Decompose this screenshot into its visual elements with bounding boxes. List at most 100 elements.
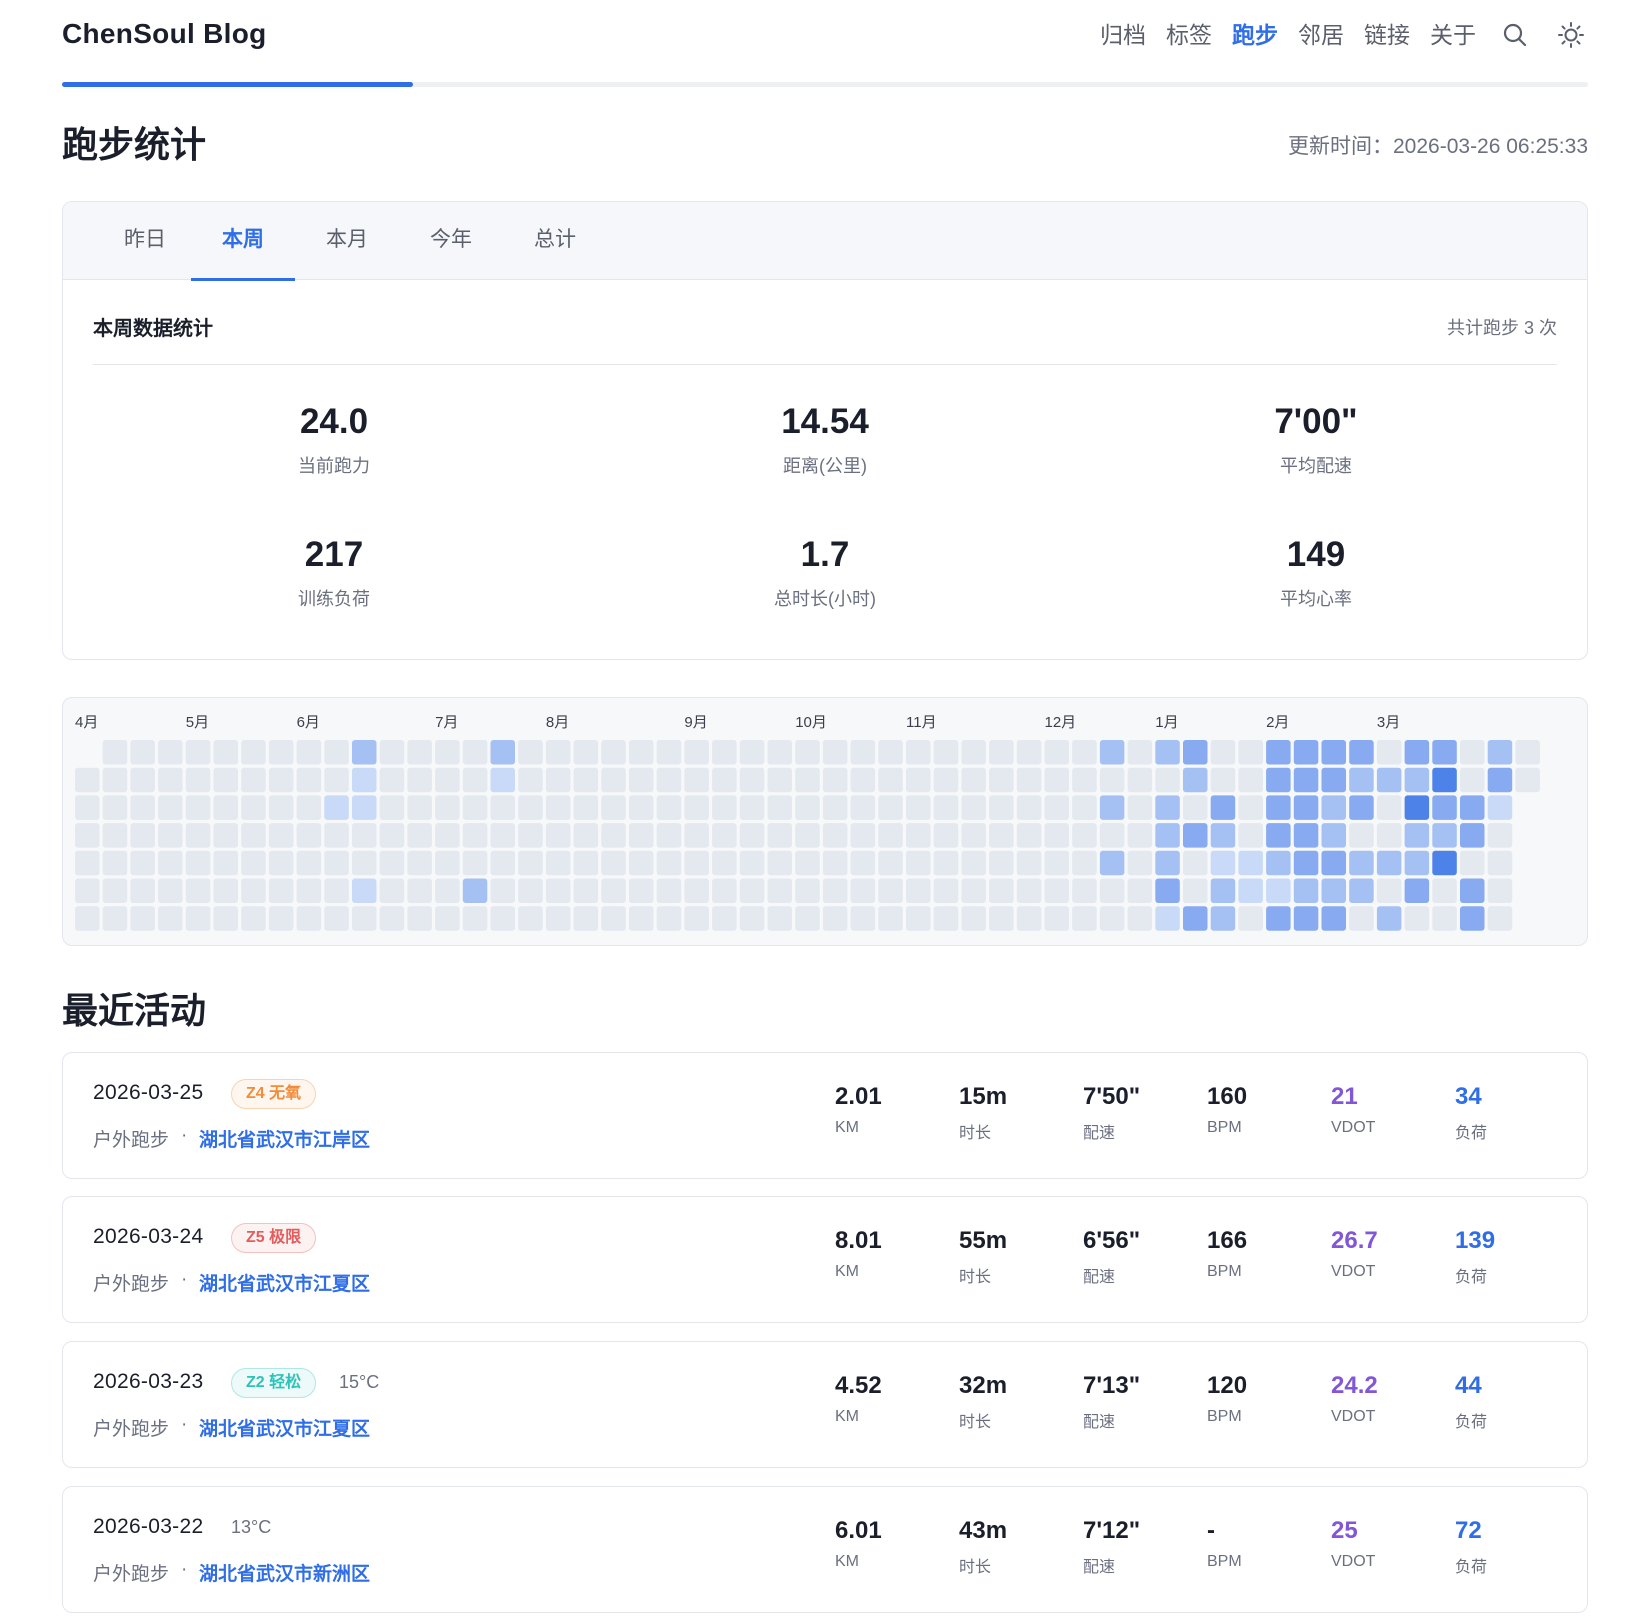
heatmap-cell[interactable] [1460, 767, 1485, 793]
heatmap-cell[interactable] [213, 878, 239, 904]
heatmap-cell[interactable] [1460, 823, 1485, 848]
heatmap-cell[interactable] [1404, 850, 1430, 876]
heatmap-cell[interactable] [1210, 740, 1236, 765]
heatmap-cell[interactable] [1016, 878, 1042, 904]
heatmap-cell[interactable] [1044, 878, 1070, 904]
heatmap-cell[interactable] [1155, 740, 1180, 765]
activity-card[interactable]: 2026-03-25 Z4 无氧 户外跑步 · 湖北省武汉市江岸区 2.01 KM 15m 时长… [62, 1052, 1588, 1179]
heatmap-cell[interactable] [1044, 795, 1070, 820]
heatmap-cell[interactable] [102, 767, 128, 793]
heatmap-cell[interactable] [1487, 878, 1513, 904]
heatmap-cell[interactable] [158, 850, 183, 876]
heatmap-cell[interactable] [407, 795, 432, 820]
nav-links[interactable]: 链接 [1364, 18, 1410, 52]
heatmap-cell[interactable] [1238, 906, 1263, 931]
heatmap-cell[interactable] [989, 850, 1014, 876]
heatmap-cell[interactable] [1099, 740, 1125, 765]
heatmap-cell[interactable] [712, 767, 737, 793]
heatmap-cell[interactable] [906, 795, 931, 820]
search-icon[interactable] [1498, 18, 1532, 52]
heatmap-cell[interactable] [1099, 795, 1125, 820]
heatmap-cell[interactable] [1238, 878, 1263, 904]
heatmap-cell[interactable] [1099, 878, 1125, 904]
heatmap-cell[interactable] [296, 740, 322, 765]
heatmap-cell[interactable] [573, 906, 599, 931]
heatmap-cell[interactable] [1321, 740, 1347, 765]
heatmap-cell[interactable] [1432, 767, 1457, 793]
heatmap-cell[interactable] [629, 850, 654, 876]
heatmap-cell[interactable] [933, 795, 959, 820]
tab-total[interactable]: 总计 [503, 202, 607, 280]
heatmap-cell[interactable] [767, 906, 793, 931]
heatmap-cell[interactable] [1183, 878, 1208, 904]
heatmap-cell[interactable] [75, 767, 100, 793]
heatmap-cell[interactable] [324, 878, 349, 904]
heatmap-cell[interactable] [739, 878, 765, 904]
heatmap-cell[interactable] [185, 906, 211, 931]
heatmap-cell[interactable] [518, 823, 543, 848]
heatmap-cell[interactable] [1293, 850, 1319, 876]
heatmap-cell[interactable] [1487, 740, 1513, 765]
heatmap-cell[interactable] [1349, 878, 1374, 904]
activity-card[interactable]: 2026-03-23 Z2 轻松 15°C 户外跑步 · 湖北省武汉市江夏区 4.52 KM 3… [62, 1341, 1588, 1468]
heatmap-cell[interactable] [268, 740, 294, 765]
heatmap-cell[interactable] [656, 795, 682, 820]
heatmap-cell[interactable] [573, 740, 599, 765]
heatmap-cell[interactable] [1127, 795, 1153, 820]
heatmap-cell[interactable] [462, 740, 488, 765]
heatmap-cell[interactable] [435, 767, 460, 793]
heatmap-cell[interactable] [102, 850, 128, 876]
heatmap-cell[interactable] [1515, 767, 1540, 793]
heatmap-cell[interactable] [906, 740, 931, 765]
heatmap-cell[interactable] [573, 823, 599, 848]
heatmap-cell[interactable] [822, 740, 848, 765]
heatmap-cell[interactable] [545, 823, 571, 848]
heatmap-cell[interactable] [324, 823, 349, 848]
heatmap-cell[interactable] [407, 906, 432, 931]
heatmap-cell[interactable] [1183, 823, 1208, 848]
heatmap-cell[interactable] [989, 795, 1014, 820]
heatmap-cell[interactable] [712, 795, 737, 820]
heatmap-cell[interactable] [712, 878, 737, 904]
heatmap-cell[interactable] [462, 823, 488, 848]
heatmap-cell[interactable] [1238, 767, 1263, 793]
heatmap-cell[interactable] [241, 767, 266, 793]
heatmap-cell[interactable] [130, 795, 155, 820]
heatmap-cell[interactable] [906, 850, 931, 876]
activity-card[interactable]: 2026-03-22 13°C 户外跑步 · 湖北省武汉市新洲区 6.01 KM 43m 时长 7… [62, 1486, 1588, 1613]
heatmap-cell[interactable] [268, 850, 294, 876]
heatmap-cell[interactable] [296, 878, 322, 904]
heatmap-cell[interactable] [767, 823, 793, 848]
heatmap-cell[interactable] [1183, 740, 1208, 765]
heatmap-cell[interactable] [850, 740, 876, 765]
heatmap-cell[interactable] [75, 878, 100, 904]
heatmap-cell[interactable] [1016, 767, 1042, 793]
heatmap-cell[interactable] [601, 740, 626, 765]
heatmap-cell[interactable] [795, 767, 820, 793]
heatmap-cell[interactable] [324, 767, 349, 793]
heatmap-cell[interactable] [1072, 906, 1097, 931]
heatmap-cell[interactable] [241, 795, 266, 820]
heatmap-cell[interactable] [1321, 795, 1347, 820]
heatmap-cell[interactable] [656, 906, 682, 931]
heatmap-cell[interactable] [407, 878, 432, 904]
heatmap-cell[interactable] [185, 823, 211, 848]
heatmap-cell[interactable] [1127, 740, 1153, 765]
heatmap-cell[interactable] [573, 850, 599, 876]
heatmap-cell[interactable] [1460, 740, 1485, 765]
heatmap-cell[interactable] [989, 878, 1014, 904]
heatmap-cell[interactable] [296, 823, 322, 848]
heatmap-cell[interactable] [130, 823, 155, 848]
heatmap-cell[interactable] [1432, 740, 1457, 765]
heatmap-cell[interactable] [601, 823, 626, 848]
heatmap-cell[interactable] [435, 823, 460, 848]
heatmap-cell[interactable] [1404, 823, 1430, 848]
heatmap-cell[interactable] [1266, 795, 1291, 820]
heatmap-cell[interactable] [850, 906, 876, 931]
heatmap-cell[interactable] [1072, 767, 1097, 793]
heatmap-cell[interactable] [878, 878, 903, 904]
heatmap-cell[interactable] [1127, 906, 1153, 931]
heatmap-cell[interactable] [130, 740, 155, 765]
heatmap-cell[interactable] [1266, 740, 1291, 765]
heatmap-cell[interactable] [1099, 906, 1125, 931]
